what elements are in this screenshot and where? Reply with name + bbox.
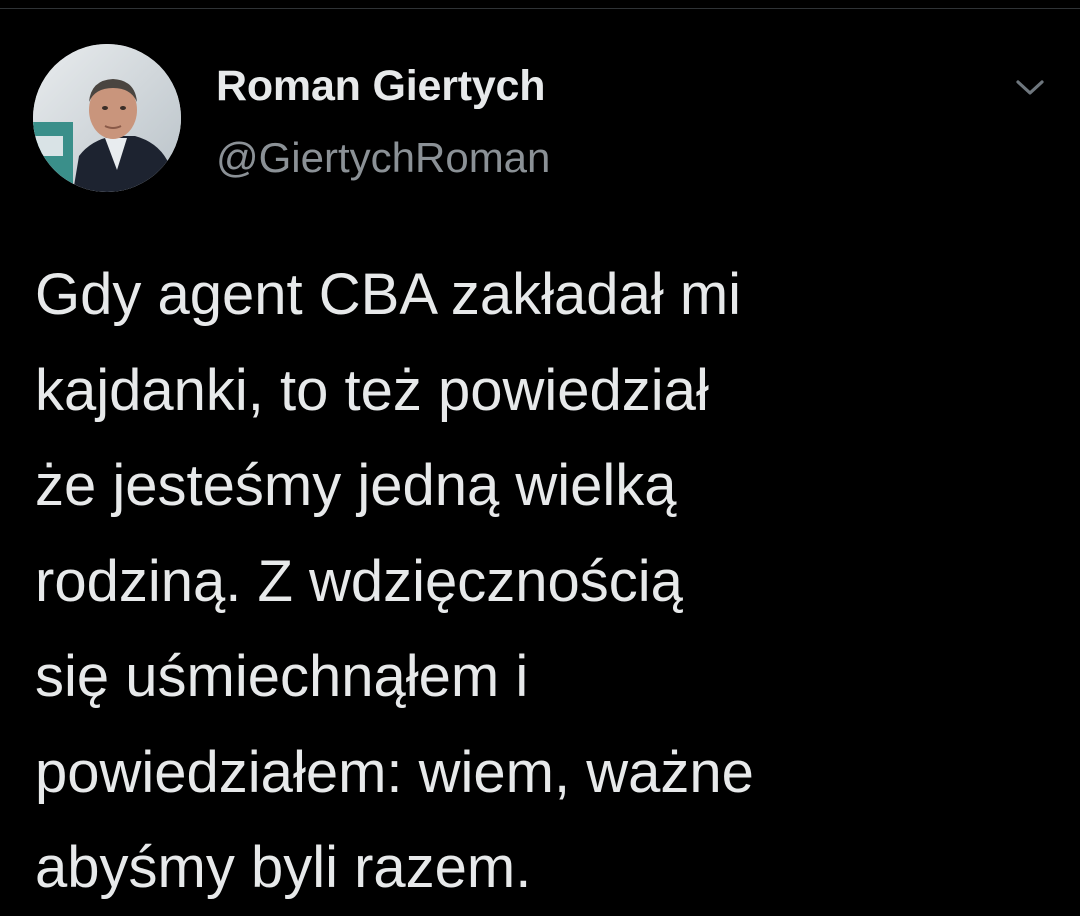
chevron-down-icon <box>1016 80 1044 95</box>
tweet-text-line: Gdy agent CBA zakładał mi <box>35 262 742 327</box>
tweet-text-line: abyśmy byli razem. <box>35 835 532 900</box>
tweet-text-line: się uśmiechnąłem i <box>35 644 529 709</box>
tweet-text-line: że jesteśmy jedną wielką <box>35 453 677 518</box>
author-display-name[interactable]: Roman Giertych <box>216 62 546 111</box>
more-options-button[interactable] <box>1008 68 1052 108</box>
tweet-text-line: kajdanki, to też powiedział <box>35 357 709 423</box>
avatar-photo <box>33 44 181 192</box>
author-handle[interactable]: @GiertychRoman <box>216 134 550 182</box>
tweet[interactable]: Roman Giertych @GiertychRoman Gdy agent … <box>0 0 1080 913</box>
tweet-text: Gdy agent CBA zakładał mi kajdanki, to t… <box>35 247 1045 916</box>
tweet-text-line: rodziną. Z wdzięcznością <box>35 548 683 614</box>
avatar[interactable] <box>33 44 181 192</box>
tweet-text-line: powiedziałem: wiem, ważne <box>35 739 754 805</box>
